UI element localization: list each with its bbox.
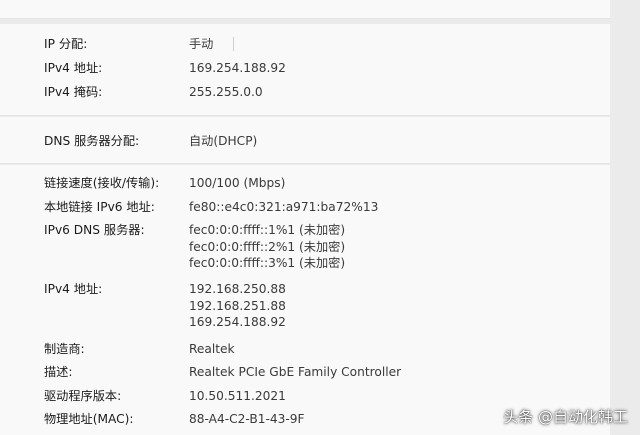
dns-assignment-label: DNS 服务器分配:	[44, 134, 140, 148]
ip-assignment-label: IP 分配:	[44, 37, 88, 51]
manufacturer-value[interactable]: Realtek	[189, 341, 235, 358]
ipv4-address-item[interactable]: 192.168.250.88	[189, 281, 286, 298]
description-value[interactable]: Realtek PCIe GbE Family Controller	[189, 364, 401, 381]
ipv4-mask-value[interactable]: 255.255.0.0	[189, 84, 263, 101]
ip-assignment-value[interactable]: 手动	[189, 36, 213, 53]
ipv6-dns-value[interactable]: fec0:0:0:ffff::3%1 (未加密)	[189, 255, 345, 272]
mac-address-label: 物理地址(MAC):	[44, 412, 134, 426]
text-caret	[233, 37, 234, 51]
driver-version-label: 驱动程序版本:	[44, 389, 122, 403]
ipv6-dns-value[interactable]: fec0:0:0:ffff::2%1 (未加密)	[189, 239, 345, 256]
link-speed-value[interactable]: 100/100 (Mbps)	[189, 175, 285, 192]
ipv4-addresses-values: 192.168.250.88 192.168.251.88 169.254.18…	[189, 281, 286, 331]
top-settings-panel	[0, 0, 610, 19]
ip-assignment-card: IP 分配: 手动 IPv4 地址: 169.254.188.92 IPv4 掩…	[0, 24, 610, 116]
ipv4-address-item[interactable]: 169.254.188.92	[189, 314, 286, 331]
driver-version-value[interactable]: 10.50.511.2021	[189, 388, 286, 405]
ipv6-link-local-label: 本地链接 IPv6 地址:	[44, 200, 155, 214]
ipv6-dns-label: IPv6 DNS 服务器:	[44, 223, 145, 237]
description-label: 描述:	[44, 365, 73, 379]
adapter-details-card: 链接速度(接收/传输): 100/100 (Mbps) 本地链接 IPv6 地址…	[0, 165, 610, 435]
link-speed-label: 链接速度(接收/传输):	[44, 176, 160, 190]
ipv4-addresses-label: IPv4 地址:	[44, 282, 103, 296]
dns-assignment-value[interactable]: 自动(DHCP)	[189, 133, 257, 150]
manufacturer-label: 制造商:	[44, 342, 85, 356]
ipv6-dns-values: fec0:0:0:ffff::1%1 (未加密) fec0:0:0:ffff::…	[189, 222, 345, 272]
mac-address-value[interactable]: 88-A4-C2-B1-43-9F	[189, 411, 305, 428]
ipv4-address-label: IPv4 地址:	[44, 61, 103, 75]
ipv4-address-value[interactable]: 169.254.188.92	[189, 60, 286, 77]
ipv4-mask-label: IPv4 掩码:	[44, 85, 103, 99]
dns-assignment-card: DNS 服务器分配: 自动(DHCP)	[0, 117, 610, 164]
ipv6-dns-value[interactable]: fec0:0:0:ffff::1%1 (未加密)	[189, 222, 345, 239]
ipv4-address-item[interactable]: 192.168.251.88	[189, 298, 286, 315]
watermark-text: 头条 @自动化韩工	[503, 408, 628, 426]
ipv6-link-local-value[interactable]: fe80::e4c0:321:a971:ba72%13	[189, 199, 378, 216]
